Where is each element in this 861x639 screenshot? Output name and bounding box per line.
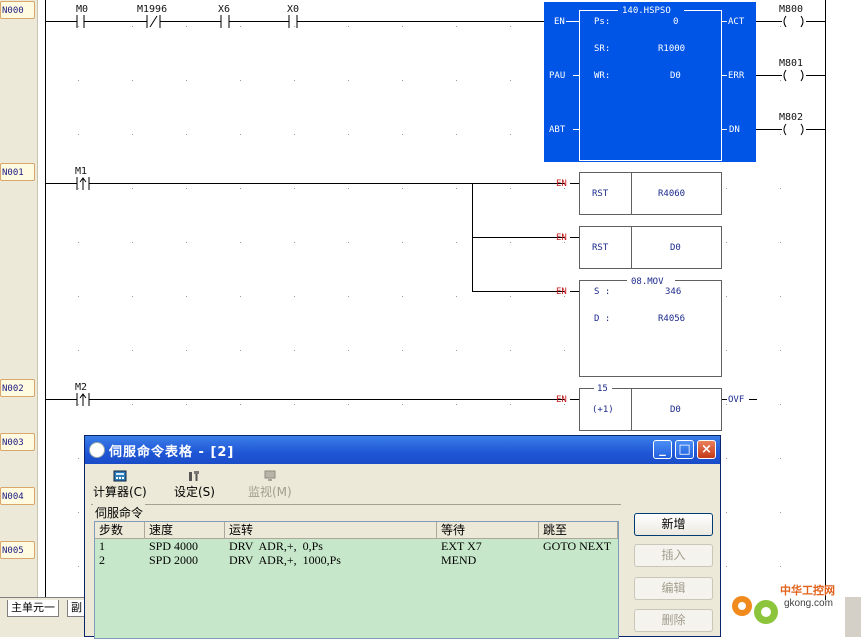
group-title: 伺服命令	[93, 504, 146, 521]
cell-speed: SPD 4000	[149, 539, 199, 553]
sheet-tab-bar: 主单元一 副	[0, 597, 90, 619]
hspso-in-pau: PAU	[549, 71, 565, 81]
dialog-title: 伺服命令表格 - [2]	[109, 445, 235, 460]
minimize-button[interactable]: _	[653, 440, 672, 459]
cell-run: DRV ADR,+, 0,Ps	[229, 539, 323, 553]
coil-label-m801: M801	[779, 58, 803, 69]
dialog-titlebar[interactable]: 伺服命令表格 - [2] _ □ ×	[85, 436, 720, 464]
hspso-value-ps: 0	[673, 17, 678, 27]
inc-out-ovf: OVF	[728, 395, 744, 405]
toolbar-settings-label: 设定(S)	[174, 485, 215, 499]
rst2-en: EN	[556, 233, 567, 243]
servo-command-table[interactable]: 步数 速度 运转 等待 跳至 1 SPD 4000 DRV ADR,+, 0,P…	[94, 521, 619, 639]
monitor-icon	[264, 470, 276, 481]
toolbar-monitor-button[interactable]: 监视(M)	[248, 470, 292, 500]
contact-label-m0: M0	[76, 4, 88, 15]
toolbar-settings-button[interactable]: 设定(S)	[174, 470, 215, 500]
edit-button[interactable]: 编辑	[634, 577, 713, 600]
contact-label-x6: X6	[218, 4, 230, 15]
gkong-watermark: 中华工控网 gkong.com	[722, 576, 861, 637]
horizontal-scrollbar[interactable]	[0, 618, 90, 637]
column-header-jump[interactable]: 跳至	[539, 522, 618, 538]
inc-arg: D0	[670, 405, 681, 415]
column-header-speed[interactable]: 速度	[145, 522, 225, 538]
watermark-cn: 中华工控网	[780, 584, 835, 597]
calculator-icon	[113, 470, 127, 482]
mov-title: 08.MOV	[631, 277, 664, 287]
delete-button[interactable]: 删除	[634, 609, 713, 632]
hspso-in-en: EN	[554, 17, 565, 27]
add-button[interactable]: 新增	[634, 513, 713, 536]
cell-speed: SPD 2000	[149, 553, 199, 567]
hspso-value-wr: D0	[670, 71, 681, 81]
hspso-out-act: ACT	[728, 17, 745, 27]
table-header: 步数 速度 运转 等待 跳至	[95, 522, 618, 539]
cell-jump: GOTO NEXT	[543, 539, 612, 553]
hspso-param-sr: SR:	[594, 44, 610, 54]
column-header-run[interactable]: 运转	[225, 522, 437, 538]
hspso-out-err: ERR	[728, 71, 745, 81]
toolbar-calculator-label: 计算器(C)	[93, 485, 147, 499]
column-header-step[interactable]: 步数	[95, 522, 145, 538]
maximize-button[interactable]: □	[675, 440, 694, 459]
contact-label-m2: M2	[75, 382, 87, 393]
cell-step: 2	[99, 553, 105, 567]
hspso-in-abt: ABT	[549, 125, 566, 135]
inc-title: 15	[597, 384, 608, 394]
contact-label-x0: X0	[287, 4, 299, 15]
tools-icon	[189, 471, 200, 481]
rst1-arg: R4060	[658, 189, 685, 199]
inc-en: EN	[556, 395, 567, 405]
cell-wait: MEND	[441, 553, 477, 567]
mov-d-label: D :	[594, 314, 610, 324]
hspso-function-block[interactable]	[544, 2, 756, 162]
tab-main-unit[interactable]: 主单元一	[7, 600, 59, 617]
gear-logo-icon	[732, 596, 778, 624]
rst1-en: EN	[556, 179, 567, 189]
coil-label-m802: M802	[779, 112, 803, 123]
close-button[interactable]: ×	[697, 440, 716, 459]
cell-step: 1	[99, 539, 105, 553]
mov-en: EN	[556, 287, 567, 297]
mov-s-value: 346	[665, 287, 681, 297]
column-header-wait[interactable]: 等待	[437, 522, 539, 538]
toolbar-calculator-button[interactable]: 计算器(C)	[93, 470, 147, 500]
insert-button[interactable]: 插入	[634, 544, 713, 567]
coil-label-m800: M800	[779, 4, 803, 15]
hspso-value-sr: R1000	[658, 44, 685, 54]
servo-command-group: 伺服命令 步数 速度 运转 等待 跳至 1 SPD 4000 DRV ADR,+…	[91, 504, 621, 639]
contact-label-m1996: M1996	[137, 4, 167, 15]
cell-run: DRV ADR,+, 1000,Ps	[229, 553, 341, 567]
cell-wait: EXT X7	[441, 539, 482, 553]
hspso-out-dn: DN	[729, 125, 740, 135]
mov-s-label: S :	[594, 287, 610, 297]
toolbar-monitor-label: 监视(M)	[248, 485, 292, 499]
rst1-op: RST	[592, 189, 609, 199]
hspso-param-ps: Ps:	[594, 17, 610, 27]
contact-label-m1: M1	[75, 166, 87, 177]
servo-command-dialog[interactable]: 伺服命令表格 - [2] _ □ × 计算器(C) 设定(S) 监视(M) 伺服…	[84, 435, 721, 639]
hspso-title: 140.HSPSO	[622, 6, 671, 16]
rst2-op: RST	[592, 243, 609, 253]
hspso-param-wr: WR:	[594, 71, 610, 81]
rst2-arg: D0	[670, 243, 681, 253]
watermark-url: gkong.com	[784, 598, 833, 609]
inc-op: (+1)	[592, 405, 614, 415]
app-icon	[89, 442, 105, 458]
mov-d-value: R4056	[658, 314, 685, 324]
